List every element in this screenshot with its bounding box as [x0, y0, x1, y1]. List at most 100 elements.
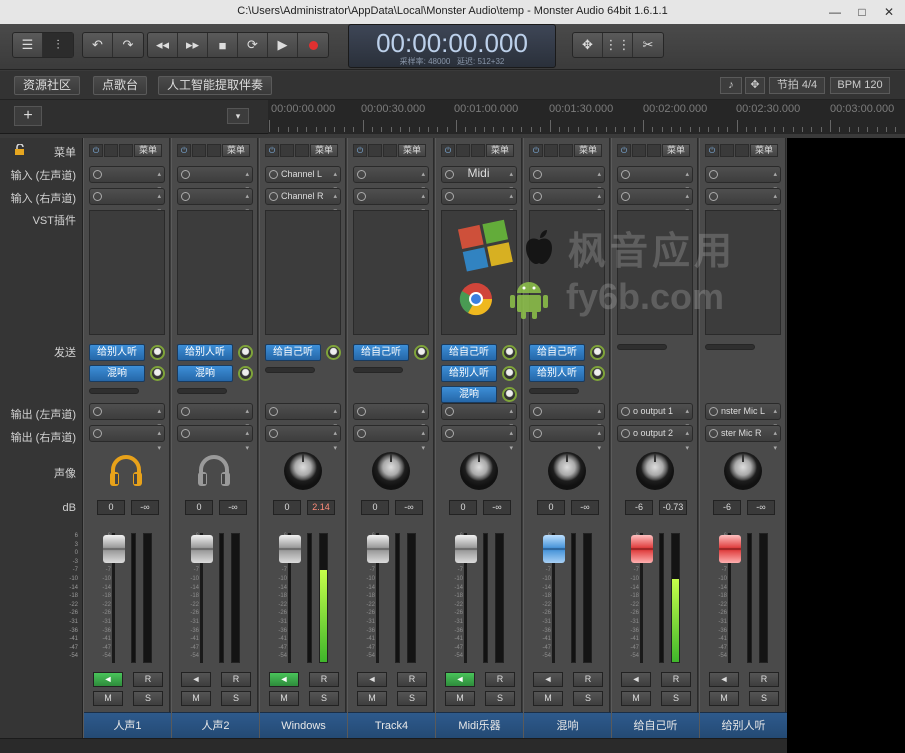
redo-icon[interactable]: ↷: [113, 33, 143, 57]
record-arm-button[interactable]: R: [485, 672, 515, 687]
output-right-select[interactable]: ster Mic R ▴ ▾: [705, 425, 781, 452]
input-left-select[interactable]: ▴▾: [177, 166, 253, 193]
fx-toggle[interactable]: [104, 144, 118, 157]
send-level-knob[interactable]: [590, 366, 605, 381]
channel-menu-button[interactable]: 菜单: [310, 144, 338, 157]
mute-button[interactable]: M: [93, 691, 123, 706]
vst-plugin-slot[interactable]: [353, 210, 429, 335]
send-button[interactable]: 给自己听: [529, 344, 585, 361]
output-right-select[interactable]: ▴ ▾: [529, 425, 605, 452]
speaker-icon[interactable]: ◄: [621, 672, 651, 687]
volume-value[interactable]: -6: [713, 500, 741, 515]
metronome-icon[interactable]: ♪: [720, 77, 742, 94]
vst-plugin-slot[interactable]: [177, 210, 253, 335]
send-slot-empty[interactable]: [177, 388, 227, 394]
undo-icon[interactable]: ↶: [83, 33, 113, 57]
speaker-icon[interactable]: ◄: [533, 672, 563, 687]
output-right-select[interactable]: ▴ ▾: [441, 425, 517, 452]
output-right-select[interactable]: ▴ ▾: [177, 425, 253, 452]
eq-toggle[interactable]: [207, 144, 221, 157]
fx-toggle[interactable]: [544, 144, 558, 157]
close-button[interactable]: ✕: [877, 3, 901, 21]
send-level-knob[interactable]: [150, 345, 165, 360]
solo-button[interactable]: S: [573, 691, 603, 706]
output-left-select[interactable]: nster Mic L▴▾: [705, 403, 781, 430]
input-right-select[interactable]: ▴▾: [89, 188, 165, 215]
vst-plugin-slot[interactable]: [89, 210, 165, 335]
output-left-select[interactable]: ▴▾: [441, 403, 517, 430]
volume-value[interactable]: 0: [449, 500, 477, 515]
eq-toggle[interactable]: [647, 144, 661, 157]
send-slot-empty[interactable]: [353, 367, 403, 373]
solo-button[interactable]: S: [397, 691, 427, 706]
channel-name[interactable]: 给自己听: [612, 712, 699, 738]
volume-fader[interactable]: [543, 535, 565, 563]
stop-icon[interactable]: ■: [208, 33, 238, 57]
waveform-tool-icon[interactable]: ⋮⋮: [603, 33, 633, 57]
pan-knob[interactable]: [722, 450, 764, 492]
fx-toggle[interactable]: [280, 144, 294, 157]
send-button[interactable]: 给别人听: [89, 344, 145, 361]
pan-knob[interactable]: [282, 450, 324, 492]
headphone-pan-icon[interactable]: [194, 450, 234, 490]
speaker-icon[interactable]: ◄: [181, 672, 211, 687]
channel-name[interactable]: 人声2: [172, 712, 259, 738]
speaker-icon[interactable]: ◄: [357, 672, 387, 687]
volume-value[interactable]: 0: [185, 500, 213, 515]
mute-button[interactable]: M: [181, 691, 211, 706]
volume-fader[interactable]: [455, 535, 477, 563]
fx-toggle[interactable]: [456, 144, 470, 157]
send-slot-empty[interactable]: [617, 344, 667, 350]
vst-plugin-slot[interactable]: [265, 210, 341, 335]
play-icon[interactable]: ▶: [268, 33, 298, 57]
list-view-icon[interactable]: ☰: [13, 33, 43, 57]
channel-menu-button[interactable]: 菜单: [574, 144, 602, 157]
input-left-select[interactable]: ▴▾: [529, 166, 605, 193]
fx-toggle[interactable]: [192, 144, 206, 157]
power-icon[interactable]: ⏻: [529, 144, 543, 157]
input-right-select[interactable]: ▴▾: [529, 188, 605, 215]
speaker-icon[interactable]: ◄: [269, 672, 299, 687]
dropdown-toggle-icon[interactable]: ▾: [227, 108, 249, 124]
snap-icon[interactable]: ✥: [745, 77, 765, 94]
speaker-icon[interactable]: ◄: [93, 672, 123, 687]
output-left-select[interactable]: ▴▾: [265, 403, 341, 430]
speaker-icon[interactable]: ◄: [445, 672, 475, 687]
input-left-select[interactable]: Channel L▴▾: [265, 166, 341, 193]
add-track-button[interactable]: +: [14, 106, 42, 126]
eq-toggle[interactable]: [471, 144, 485, 157]
channel-name[interactable]: 混响: [524, 712, 611, 738]
record-arm-button[interactable]: R: [749, 672, 779, 687]
volume-value[interactable]: 0: [97, 500, 125, 515]
send-level-knob[interactable]: [150, 366, 165, 381]
speaker-icon[interactable]: ◄: [709, 672, 739, 687]
maximize-button[interactable]: □: [850, 3, 874, 21]
pan-knob[interactable]: [458, 450, 500, 492]
volume-fader[interactable]: [367, 535, 389, 563]
volume-value[interactable]: 0: [361, 500, 389, 515]
timeline-ruler[interactable]: 00:00:00.000 00:00:30.000 00:01:00.000 0…: [268, 100, 905, 134]
send-level-knob[interactable]: [326, 345, 341, 360]
lock-icon[interactable]: [14, 143, 26, 156]
solo-button[interactable]: S: [749, 691, 779, 706]
send-button[interactable]: 混响: [441, 386, 497, 403]
input-right-select[interactable]: ▴▾: [177, 188, 253, 215]
power-icon[interactable]: ⏻: [177, 144, 191, 157]
send-button[interactable]: 给别人听: [529, 365, 585, 382]
input-right-select[interactable]: ▴▾: [617, 188, 693, 215]
send-slot-empty[interactable]: [529, 388, 579, 394]
send-slot-empty[interactable]: [705, 344, 755, 350]
volume-value[interactable]: 0: [273, 500, 301, 515]
input-right-select[interactable]: Channel R▴▾: [265, 188, 341, 215]
channel-menu-button[interactable]: 菜单: [222, 144, 250, 157]
output-right-select[interactable]: o output 2 ▴ ▾: [617, 425, 693, 452]
fast-forward-icon[interactable]: ▸▸: [178, 33, 208, 57]
tab-ai-accompaniment[interactable]: 人工智能提取伴奏: [158, 76, 273, 95]
midi-input-select[interactable]: ▴▾: [441, 188, 517, 215]
channel-menu-button[interactable]: 菜单: [750, 144, 778, 157]
channel-menu-button[interactable]: 菜单: [662, 144, 690, 157]
send-level-knob[interactable]: [238, 345, 253, 360]
send-level-knob[interactable]: [502, 345, 517, 360]
mute-button[interactable]: M: [709, 691, 739, 706]
mute-button[interactable]: M: [621, 691, 651, 706]
